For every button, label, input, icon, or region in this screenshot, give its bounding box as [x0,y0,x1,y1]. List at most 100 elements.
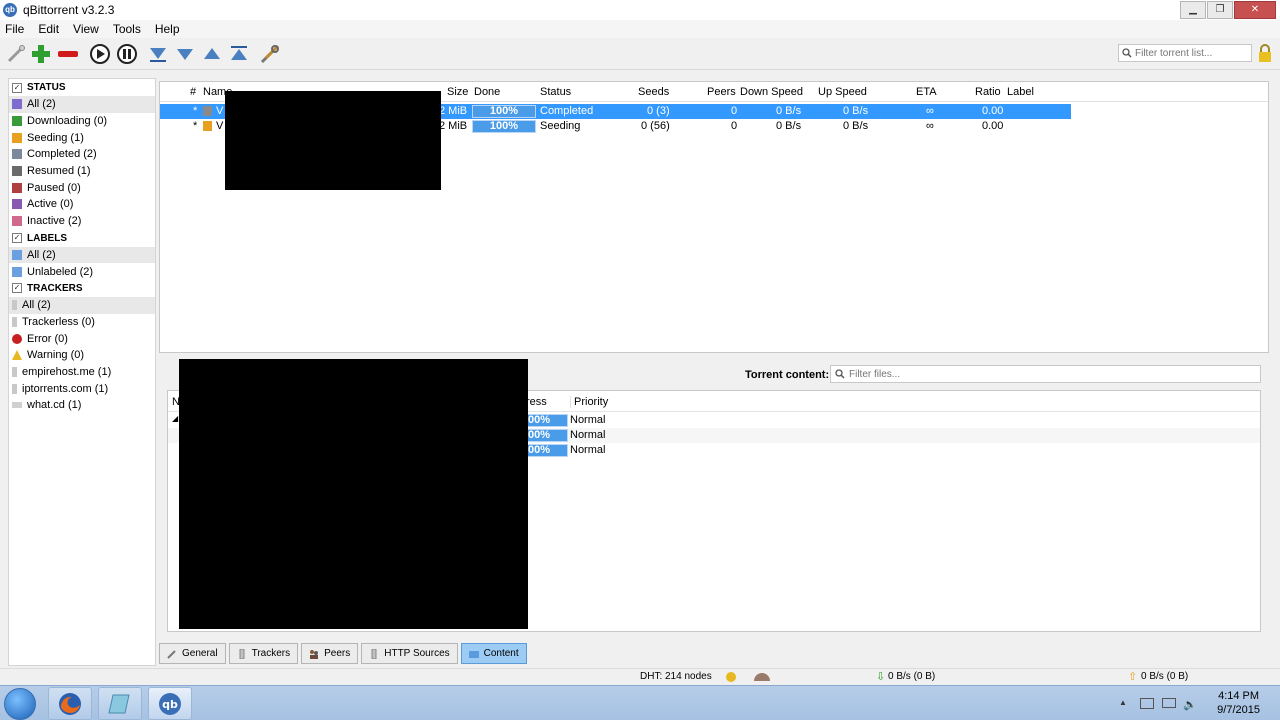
folder-icon [468,650,479,658]
minimize-button[interactable]: ▁ [1180,1,1206,19]
file-filter-input[interactable] [849,368,1249,380]
label-unlabeled[interactable]: Unlabeled (2) [9,263,155,280]
connection-status-icon[interactable] [726,672,736,682]
col-num[interactable]: # [190,86,196,98]
trackers-header[interactable]: ✓ TRACKERS [9,280,155,297]
tracker-icon [12,316,17,327]
file-priority[interactable]: Normal [570,429,605,441]
tab-content[interactable]: Content [460,643,527,664]
add-link-button[interactable] [4,42,28,66]
download-speed[interactable]: 0 B/s (0 B) [888,671,935,682]
torrent-filter-box[interactable] [1118,44,1252,62]
status-seeding[interactable]: Seeding (1) [9,129,155,146]
tracker-all[interactable]: All (2) [9,296,155,314]
tab-http-sources-label: HTTP Sources [384,648,450,659]
col-eta[interactable]: ETA [916,86,937,98]
resume-button[interactable] [88,42,112,66]
menu-file[interactable]: File [5,22,24,36]
tracker-empirehost[interactable]: empirehost.me (1) [9,364,155,381]
pause-icon [117,44,137,64]
status-active[interactable]: Active (0) [9,196,155,213]
row-num: * [193,105,198,117]
tab-trackers[interactable]: Trackers [228,643,299,664]
tracker-whatcd[interactable]: what.cd (1) [9,397,155,414]
status-all[interactable]: All (2) [9,96,155,113]
col-label[interactable]: Label [1007,86,1034,98]
file-filter-box[interactable] [830,365,1261,383]
search-icon [835,369,845,379]
volume-icon[interactable]: 🔈 [1183,698,1197,711]
row-peers: 0 [731,120,738,132]
delete-button[interactable] [56,42,80,66]
tracker-iptorrents[interactable]: iptorrents.com (1) [9,380,155,397]
labels-checkbox[interactable]: ✓ [12,233,22,243]
col-ratio[interactable]: Ratio [975,86,1001,98]
taskbar-notepad[interactable] [98,687,142,720]
move-up-button[interactable] [200,42,224,66]
file-progress-text: 00% [528,429,551,441]
status-active-label: Active (0) [27,198,74,211]
row-size: 2 MiB [439,105,468,117]
col-done[interactable]: Done [474,86,500,98]
tab-http-sources[interactable]: HTTP Sources [361,643,458,664]
menu-help[interactable]: Help [155,22,180,36]
col-seeds[interactable]: Seeds [638,86,669,98]
upload-speed[interactable]: 0 B/s (0 B) [1141,671,1188,682]
add-torrent-button[interactable] [29,42,53,66]
maximize-button[interactable]: ❐ [1207,1,1233,19]
move-up-icon [204,48,220,59]
status-inactive[interactable]: Inactive (2) [9,213,155,230]
tab-peers[interactable]: Peers [301,643,359,664]
col-up-speed[interactable]: Up Speed [818,86,867,98]
menu-edit[interactable]: Edit [38,22,59,36]
taskbar-qbittorrent[interactable]: qb [148,687,192,720]
trackers-checkbox[interactable]: ✓ [12,283,22,294]
network-icon[interactable] [1162,698,1176,708]
system-clock[interactable]: 4:14 PM 9/7/2015 [1217,689,1260,717]
lock-icon[interactable] [1258,43,1272,63]
col-down-speed[interactable]: Down Speed [740,86,803,98]
options-button[interactable] [258,42,282,66]
taskbar-firefox[interactable] [48,687,92,720]
move-bottom-button[interactable] [146,42,170,66]
file-priority[interactable]: Normal [570,444,605,456]
menu-tools[interactable]: Tools [113,22,141,36]
tracker-iptorrents-label: iptorrents.com (1) [22,382,109,395]
status-completed[interactable]: Completed (2) [9,146,155,163]
tracker-icon [12,402,22,409]
status-paused[interactable]: Paused (0) [9,179,155,196]
completed-icon [203,106,212,116]
show-hidden-icons-icon[interactable]: ▲ [1119,698,1127,707]
transfer-list[interactable]: # Name Size Done Status Seeds Peers Down… [159,81,1269,353]
pencil-icon [167,649,176,659]
status-header[interactable]: ✓ STATUS [9,79,155,96]
tab-general[interactable]: General [159,643,226,664]
tracker-warning[interactable]: Warning (0) [9,347,155,364]
status-downloading[interactable]: Downloading (0) [9,113,155,130]
col-peers[interactable]: Peers [707,86,736,98]
col-progress[interactable]: ress [526,396,547,408]
move-top-button[interactable] [227,42,251,66]
pause-button[interactable] [115,42,139,66]
close-button[interactable]: ✕ [1234,1,1276,19]
labels-header[interactable]: ✓ LABELS [9,230,155,247]
action-center-icon[interactable] [1140,698,1154,709]
tracker-trackerless[interactable]: Trackerless (0) [9,314,155,331]
col-status[interactable]: Status [540,86,571,98]
status-checkbox[interactable]: ✓ [12,82,22,93]
download-arrow-icon: ⇩ [876,671,886,683]
row-status: Seeding [540,120,581,132]
col-size[interactable]: Size [447,86,468,98]
speed-limit-icon[interactable] [754,673,770,681]
status-resumed[interactable]: Resumed (1) [9,163,155,180]
move-down-button[interactable] [173,42,197,66]
tracker-error[interactable]: Error (0) [9,330,155,347]
row-num: * [193,120,198,132]
torrent-filter-input[interactable] [1135,47,1245,59]
expand-arrow-icon[interactable]: ◢ [172,414,178,423]
file-priority[interactable]: Normal [570,414,605,426]
menu-view[interactable]: View [73,22,99,36]
col-priority[interactable]: Priority [570,396,608,408]
start-button[interactable] [4,688,36,720]
label-all[interactable]: All (2) [9,246,155,264]
